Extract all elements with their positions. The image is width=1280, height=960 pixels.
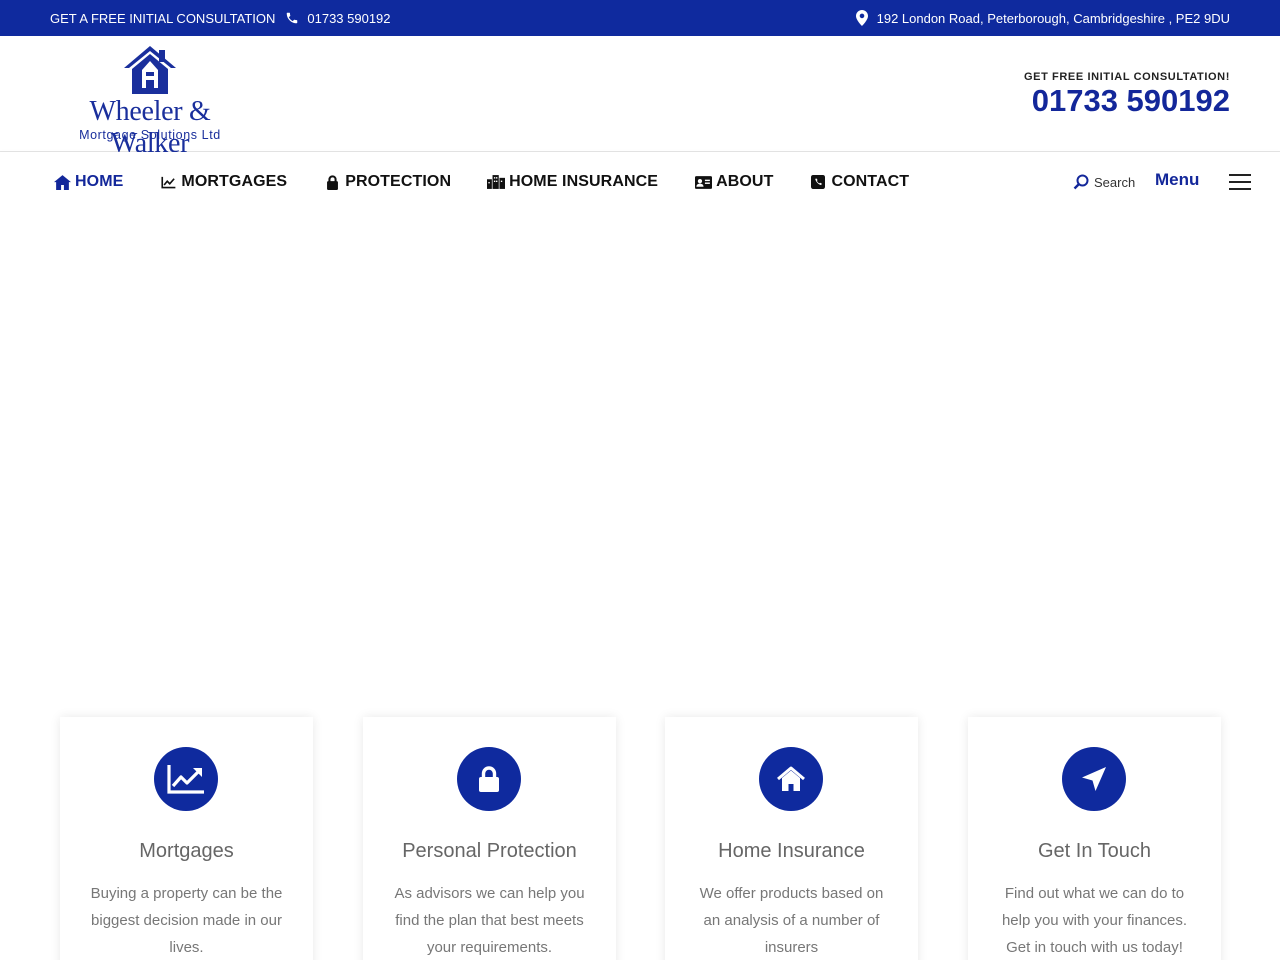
service-card-mortgages[interactable]: Mortgages Buying a property can be the b… (60, 717, 313, 960)
home-icon (53, 174, 71, 190)
card-icon-circle (154, 747, 218, 811)
service-card-protection[interactable]: Personal Protection As advisors we can h… (363, 717, 616, 960)
nav-label: CONTACT (831, 173, 910, 190)
phone-square-icon (809, 174, 827, 190)
nav-label: HOME (75, 173, 124, 190)
top-bar: GET A FREE INITIAL CONSULTATION 01733 59… (0, 0, 1280, 36)
main-nav: HOME MORTGAGES PROTECTION HOME INSURANCE… (0, 152, 1280, 217)
service-card-home-insurance[interactable]: Home Insurance We offer products based o… (665, 717, 918, 960)
nav-item-protection[interactable]: PROTECTION (323, 173, 451, 191)
search-button[interactable]: Search (1073, 174, 1135, 190)
nav-item-home[interactable]: HOME (53, 173, 123, 191)
card-icon-circle (1062, 747, 1126, 811)
card-icon-circle (457, 747, 521, 811)
cta-label: GET FREE INITIAL CONSULTATION! (1023, 71, 1230, 83)
top-bar-left: GET A FREE INITIAL CONSULTATION 01733 59… (50, 0, 391, 36)
lock-icon (323, 174, 341, 190)
nav-label: PROTECTION (345, 173, 452, 190)
card-title: Get In Touch (1037, 840, 1152, 862)
address-text: 192 London Road, Peterborough, Cambridge… (876, 10, 1230, 26)
map-pin-icon (854, 10, 870, 26)
logo-subtitle: Mortgage Solutions Ltd (79, 128, 221, 142)
nav-item-mortgages[interactable]: MORTGAGES (159, 173, 287, 191)
home-icon (777, 766, 805, 791)
nav-item-home-insurance[interactable]: HOME INSURANCE (487, 173, 658, 191)
card-text: As advisors we can help you find the pla… (394, 885, 585, 956)
nav-label: HOME INSURANCE (509, 173, 659, 190)
hamburger-icon (1229, 172, 1252, 190)
menu-label: Menu (1155, 170, 1200, 189)
hero-area (0, 217, 1280, 697)
nav-label: ABOUT (716, 173, 774, 190)
card-text: Find out what we can do to help you with… (1001, 885, 1188, 956)
card-text: We offer products based on an analysis o… (699, 885, 884, 956)
chart-line-icon (159, 174, 177, 190)
nav-items: HOME MORTGAGES PROTECTION HOME INSURANCE… (53, 152, 945, 212)
top-bar-right: 192 London Road, Peterborough, Cambridge… (854, 0, 1230, 36)
cta-phone[interactable]: 01733 590192 (1032, 83, 1230, 119)
search-label: Search (1094, 174, 1136, 190)
logo[interactable]: Wheeler & Walker Mortgage Solutions Ltd (50, 44, 250, 159)
menu-toggle[interactable]: Menu (1155, 170, 1252, 190)
location-arrow-icon (1082, 767, 1106, 791)
nav-label: MORTGAGES (181, 173, 288, 190)
nav-item-contact[interactable]: CONTACT (809, 173, 909, 191)
card-text: Buying a property can be the biggest dec… (90, 885, 283, 956)
chart-line-icon (167, 765, 204, 794)
top-phone-link[interactable]: 01733 590192 (307, 11, 390, 26)
service-card-get-in-touch[interactable]: Get In Touch Find out what we can do to … (968, 717, 1221, 960)
search-icon (1073, 174, 1089, 190)
nav-item-about[interactable]: ABOUT (694, 173, 773, 191)
card-title: Home Insurance (718, 840, 865, 862)
phone-icon (284, 10, 300, 26)
id-card-icon (694, 174, 712, 190)
card-title: Mortgages (139, 840, 234, 862)
card-icon-circle (759, 747, 823, 811)
card-title: Personal Protection (402, 840, 577, 862)
house-logo-icon (124, 46, 176, 94)
header: Wheeler & Walker Mortgage Solutions Ltd … (0, 36, 1280, 159)
buildings-icon (487, 174, 506, 190)
lock-icon (479, 766, 499, 792)
consultation-text: GET A FREE INITIAL CONSULTATION (50, 10, 276, 26)
